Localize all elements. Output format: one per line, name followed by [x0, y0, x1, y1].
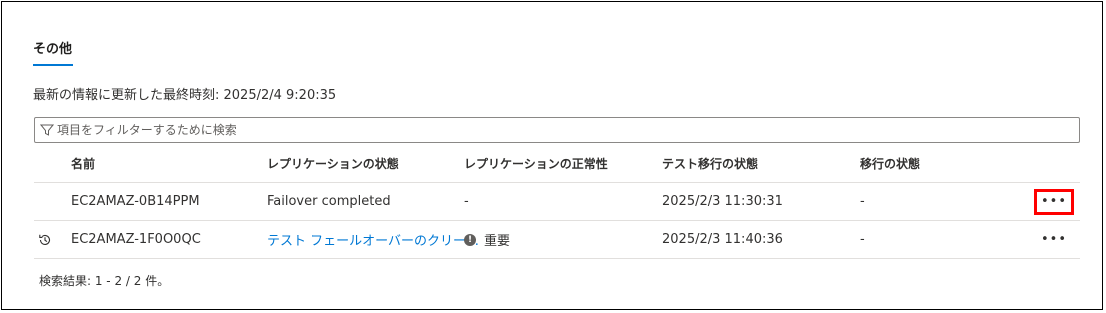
row-more-cell: •••	[1034, 183, 1074, 220]
section-title: その他	[33, 42, 73, 57]
row-replication-health: -	[464, 194, 469, 209]
header-replication-health[interactable]: レプリケーションの正常性	[464, 144, 644, 182]
row-replication-status-link[interactable]: テスト フェールオーバーのクリー…	[267, 221, 479, 258]
table-row[interactable]: EC2AMAZ-0B14PPM Failover completed - 202…	[34, 183, 1080, 221]
replication-health-text: 重要	[484, 234, 511, 249]
items-table: 名前 レプリケーションの状態 レプリケーションの正常性 テスト移行の状態 移行の…	[34, 144, 1080, 259]
filter-box[interactable]	[34, 117, 1080, 143]
row-replication-health: ! 重要	[464, 221, 644, 258]
row-test-migration-status: 2025/2/3 11:40:36	[662, 232, 783, 247]
header-migration-status[interactable]: 移行の状態	[860, 144, 1010, 182]
last-updated-text: 最新の情報に更新した最終時刻: 2025/2/4 9:20:35	[33, 88, 337, 103]
row-migration-status: -	[860, 194, 865, 209]
more-options-button[interactable]: •••	[1034, 188, 1074, 215]
row-name: EC2AMAZ-1F0O0QC	[71, 232, 201, 247]
row-name: EC2AMAZ-0B14PPM	[71, 194, 200, 209]
table-row[interactable]: EC2AMAZ-1F0O0QC テスト フェールオーバーのクリー… ! 重要 2…	[34, 221, 1080, 259]
critical-info-icon: !	[464, 233, 476, 246]
row-replication-status: Failover completed	[267, 194, 391, 209]
more-options-button[interactable]: •••	[1034, 227, 1074, 253]
filter-input[interactable]	[57, 123, 957, 137]
search-results-count: 検索結果: 1 - 2 / 2 件。	[39, 274, 170, 288]
header-test-migration-status[interactable]: テスト移行の状態	[662, 144, 842, 182]
table-header-row: 名前 レプリケーションの状態 レプリケーションの正常性 テスト移行の状態 移行の…	[34, 144, 1080, 183]
section-title-underline	[33, 64, 73, 66]
filter-icon	[40, 123, 54, 137]
row-test-migration-status: 2025/2/3 11:30:31	[662, 194, 783, 209]
history-icon	[38, 221, 58, 258]
replication-status-link-text[interactable]: テスト フェールオーバーのクリー…	[267, 230, 479, 249]
row-migration-status: -	[860, 232, 865, 247]
panel-frame: その他 最新の情報に更新した最終時刻: 2025/2/4 9:20:35 名前 …	[1, 1, 1103, 310]
header-replication-status[interactable]: レプリケーションの状態	[267, 144, 452, 182]
row-more-cell: •••	[1034, 221, 1074, 258]
header-name[interactable]: 名前	[71, 144, 251, 182]
